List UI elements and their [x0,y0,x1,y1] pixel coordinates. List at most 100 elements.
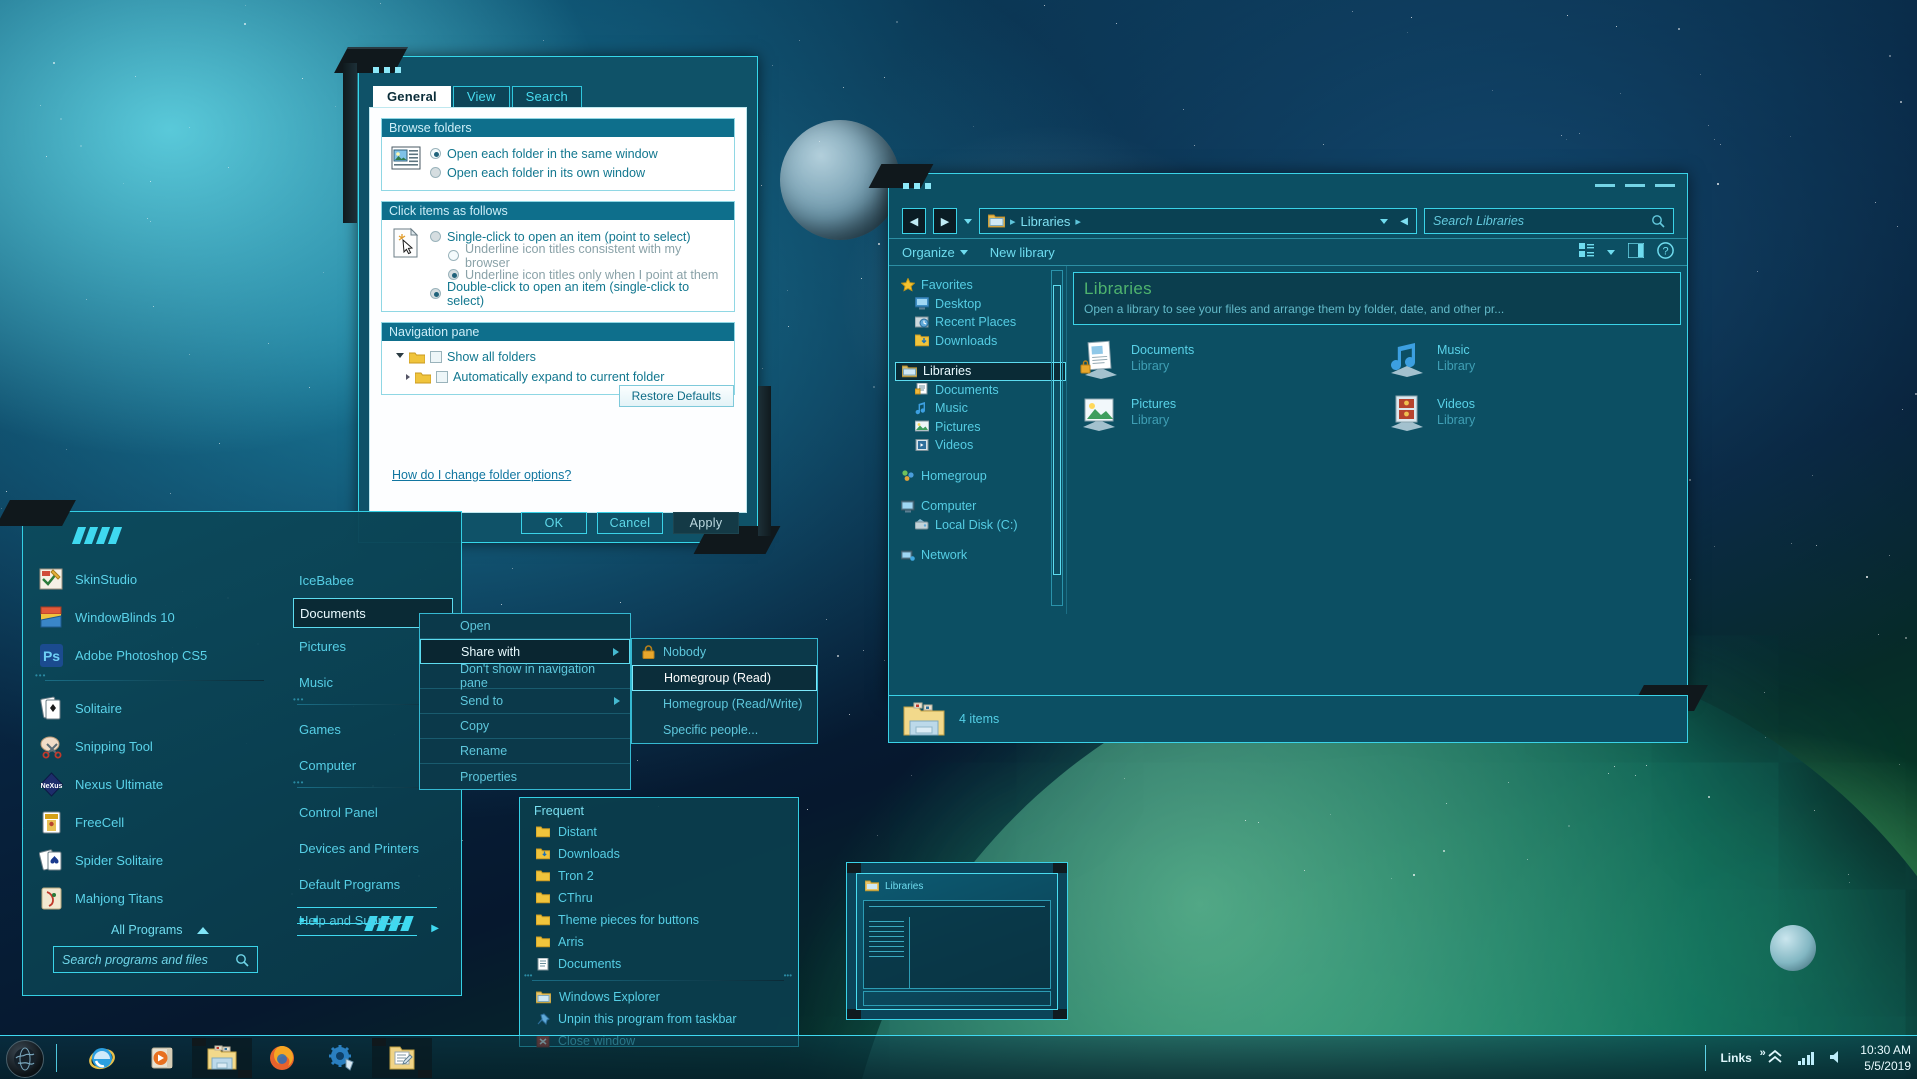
taskbar-button-internet-explorer[interactable] [72,1038,132,1078]
taskbar-button-notes[interactable] [372,1038,432,1078]
thumbnail-inner[interactable]: Libraries [856,873,1058,1010]
ctx-item-share-with[interactable]: Share with [420,639,630,664]
jump-action-windows-explorer[interactable]: Windows Explorer [520,986,798,1008]
start-app-nexus-ultimate[interactable]: NeXus Nexus Ultimate [31,765,276,803]
address-crumb-libraries[interactable]: Libraries [1021,214,1071,229]
folder-options-titlebar[interactable] [359,57,757,85]
nav-item-libraries[interactable]: Libraries [895,362,1066,381]
nav-item-favorites[interactable]: Favorites [895,276,1066,295]
scrollbar-thumb[interactable] [1053,285,1061,575]
change-view-icon[interactable] [1579,243,1594,261]
jump-item-distant[interactable]: Distant [520,821,798,843]
radio-double-click[interactable] [430,288,441,299]
address-bar[interactable]: ▸ Libraries ▸ ◀ [979,208,1417,234]
tab-search[interactable]: Search [511,86,582,107]
jump-action-unpin[interactable]: Unpin this program from taskbar [520,1008,798,1030]
ctx-item-open[interactable]: Open [420,614,630,639]
option-show-all-folders[interactable]: Show all folders [390,347,726,367]
option-double-click[interactable]: Double-click to open an item (single-cli… [430,280,726,308]
radio-open-own-window[interactable] [430,167,441,178]
close-button[interactable] [1655,184,1675,187]
tile-music-library[interactable]: Music Library [1385,339,1671,379]
taskbar-thumbnail-preview[interactable]: Libraries [846,862,1068,1020]
nav-item-downloads[interactable]: Downloads [895,332,1066,351]
tab-view[interactable]: View [452,86,510,107]
start-orb-icon[interactable] [6,1040,44,1078]
window-controls[interactable] [1595,184,1675,187]
option-open-same-window[interactable]: Open each folder in the same window [430,144,726,163]
taskbar-buttons[interactable] [72,1038,432,1078]
taskbar[interactable]: Links » 10:30 AM 5/5/2019 [0,1035,1917,1079]
tile-pictures-library[interactable]: Pictures Library [1079,393,1365,433]
submenu-item-nobody[interactable]: Nobody [632,639,817,665]
search-input[interactable]: Search Libraries [1424,208,1674,234]
option-open-own-window[interactable]: Open each folder in its own window [430,163,726,182]
new-library-button[interactable]: New library [990,245,1055,260]
nav-item-desktop[interactable]: Desktop [895,295,1066,314]
nav-item-computer[interactable]: Computer [895,497,1066,516]
folder-options-tabs[interactable]: General View Search [359,85,757,107]
option-auto-expand[interactable]: Automatically expand to current folder [390,367,726,387]
clock[interactable]: 10:30 AM 5/5/2019 [1860,1042,1911,1074]
tray-links-overflow-icon[interactable]: » [1760,1047,1766,1059]
click-items-options[interactable]: Single-click to open an item (point to s… [430,227,726,308]
navigation-pane[interactable]: Favorites Desktop Recent Places Download… [889,266,1067,614]
back-arrow-icon[interactable]: ◀ [902,208,926,234]
ok-button[interactable]: OK [521,512,587,534]
ctx-item-rename[interactable]: Rename [420,739,630,764]
explorer-titlebar[interactable] [889,174,1687,204]
checkbox-auto-expand[interactable] [436,371,448,383]
windows-explorer-window[interactable]: ◀ ▶ ▸ Libraries ▸ ◀ Search Libraries Org… [868,164,1708,743]
tile-videos-library[interactable]: Videos Library [1385,393,1671,433]
network-bars-icon[interactable] [1797,1051,1815,1065]
taskbar-button-firefox[interactable] [252,1038,312,1078]
maximize-button[interactable] [1625,184,1645,187]
jump-item-tron2[interactable]: Tron 2 [520,865,798,887]
jump-item-cthru[interactable]: CThru [520,887,798,909]
radio-underline-consistent[interactable] [448,250,459,261]
radio-single-click[interactable] [430,231,441,242]
all-programs-button[interactable]: All Programs [111,923,209,937]
nav-item-music[interactable]: Music [895,399,1066,418]
radio-open-same-window[interactable] [430,148,441,159]
ctx-item-dont-show-nav[interactable]: Don't show in navigation pane [420,662,630,690]
ctx-item-copy[interactable]: Copy [420,714,630,739]
start-app-mahjong-titans[interactable]: Mahjong Titans [31,879,276,917]
start-app-skinstudio[interactable]: SkinStudio [31,560,276,598]
option-underline-consistent[interactable]: Underline icon titles consistent with my… [430,242,726,270]
checkbox-show-all-folders[interactable] [430,351,442,363]
jump-item-documents[interactable]: Documents [520,953,798,975]
jump-item-arris[interactable]: Arris [520,931,798,953]
start-menu[interactable]: SkinStudio WindowBlinds 10 Ps Adobe Phot… [0,500,462,996]
nav-item-homegroup[interactable]: Homegroup [895,467,1066,486]
speaker-icon[interactable] [1828,1049,1846,1068]
nav-item-documents[interactable]: Documents [895,381,1066,400]
jump-item-theme-pieces[interactable]: Theme pieces for buttons [520,909,798,931]
folder-options-help-link[interactable]: How do I change folder options? [392,468,571,482]
tab-general[interactable]: General [373,86,451,107]
nav-item-recent-places[interactable]: Recent Places [895,313,1066,332]
forward-arrow-icon[interactable]: ▶ [933,208,957,234]
navigation-pane-scrollbar[interactable] [1051,270,1063,606]
start-place-default-programs[interactable]: Default Programs [293,866,453,902]
preview-pane-icon[interactable] [1627,242,1645,261]
documents-context-menu[interactable]: Open Share with Don't show in navigation… [419,613,631,790]
nav-item-local-disk[interactable]: Local Disk (C:) [895,516,1066,535]
recent-pages-chevron-icon[interactable] [964,218,972,224]
restore-defaults-button[interactable]: Restore Defaults [618,385,734,407]
submenu-item-homegroup-read[interactable]: Homegroup (Read) [632,665,817,691]
start-menu-programs-list[interactable]: SkinStudio WindowBlinds 10 Ps Adobe Phot… [31,560,276,917]
apply-button[interactable]: Apply [673,512,739,534]
tile-documents-library[interactable]: Documents Library [1079,339,1365,379]
nav-item-videos[interactable]: Videos [895,436,1066,455]
taskbar-button-settings[interactable] [312,1038,372,1078]
help-icon[interactable]: ? [1657,242,1674,262]
taskbar-button-windows-explorer[interactable] [192,1038,252,1078]
jump-item-downloads[interactable]: Downloads [520,843,798,865]
start-app-freecell[interactable]: FreeCell [31,803,276,841]
start-app-photoshop[interactable]: Ps Adobe Photoshop CS5 [31,636,276,674]
minimize-button[interactable] [1595,184,1615,187]
submenu-item-specific-people[interactable]: Specific people... [632,717,817,743]
nav-item-pictures[interactable]: Pictures [895,418,1066,437]
start-search-input[interactable]: Search programs and files [53,946,258,973]
